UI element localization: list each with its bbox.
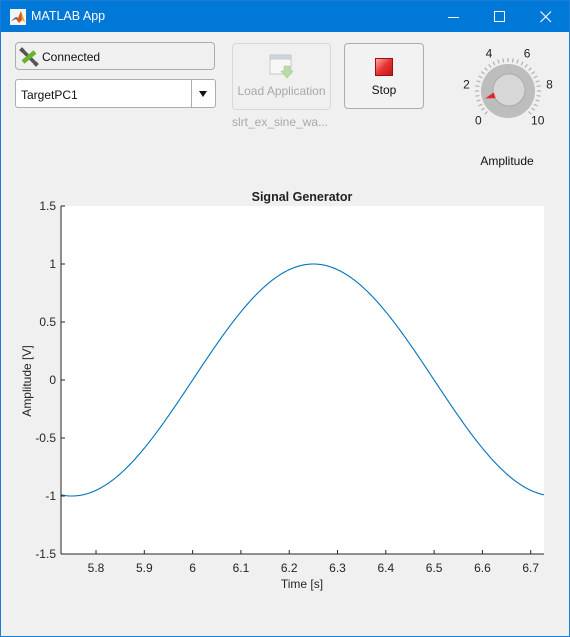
- knob-tick: [520, 61, 524, 66]
- knob-tick: [475, 85, 480, 88]
- x-tick-label: 6.2: [281, 561, 298, 575]
- knob-tick-label: 10: [531, 114, 545, 128]
- knob-cap[interactable]: [492, 73, 526, 107]
- load-application-button[interactable]: Load Application: [232, 43, 331, 110]
- connect-status-label: Connected: [42, 50, 101, 64]
- knob-tick: [536, 94, 541, 97]
- stop-button[interactable]: Stop: [344, 43, 424, 109]
- x-tick-label: 6: [189, 561, 196, 575]
- knob-tick-label: 0: [475, 114, 482, 128]
- y-tick-label: -0.5: [35, 431, 56, 445]
- load-application-label: Load Application: [237, 84, 326, 98]
- app-window: MATLAB App Connected TargetPC1 Load Appl…: [0, 0, 570, 637]
- knob-tick: [531, 71, 536, 75]
- x-tick-label: 6.3: [329, 561, 346, 575]
- knob-tick: [531, 107, 536, 111]
- y-axis-label: Amplitude [V]: [20, 345, 34, 416]
- x-tick-label: 6.1: [233, 561, 250, 575]
- maximize-icon: [494, 11, 505, 22]
- knob-tick-label: 8: [546, 77, 553, 91]
- amplitude-knob-label: Amplitude: [480, 154, 534, 168]
- knob-tick: [476, 80, 481, 83]
- knob-tick: [478, 103, 483, 107]
- knob-tick: [535, 80, 540, 83]
- knob-tick: [475, 94, 480, 97]
- matlab-logo-icon: [10, 9, 26, 25]
- knob-tick: [480, 71, 485, 75]
- knob-tick: [476, 99, 481, 102]
- x-tick-label: 6.5: [426, 561, 443, 575]
- y-tick-label: 0.5: [39, 315, 56, 329]
- maximize-button[interactable]: [477, 1, 523, 32]
- title-bar[interactable]: MATLAB App: [1, 1, 569, 32]
- x-tick-label: 5.9: [136, 561, 153, 575]
- target-dropdown-value: TargetPC1: [21, 88, 78, 102]
- window-title: MATLAB App: [31, 9, 106, 23]
- x-tick-label: 6.7: [522, 561, 539, 575]
- connected-plug-icon: [19, 47, 39, 67]
- stop-label: Stop: [371, 83, 397, 97]
- knob-tick: [484, 67, 488, 71]
- knob-tick: [497, 59, 500, 64]
- chart-title: Signal Generator: [252, 190, 353, 204]
- load-application-icon: [269, 54, 294, 79]
- minimize-icon: [448, 17, 459, 18]
- knob-tick: [516, 59, 519, 64]
- x-tick-label: 5.8: [88, 561, 105, 575]
- knob-tick: [536, 85, 541, 88]
- y-tick-label: 1.5: [39, 199, 56, 213]
- dropdown-toggle[interactable]: [191, 80, 215, 107]
- knob-tick: [492, 61, 496, 66]
- knob-tick: [502, 58, 505, 63]
- y-tick-label: -1.5: [35, 547, 56, 561]
- knob-tick: [524, 63, 528, 68]
- knob-tick-label: 6: [524, 47, 531, 61]
- knob-tick: [484, 111, 488, 115]
- signal-axes: 5.8 5.9 6 6.1 6.2 6.3 6.4 6.5 6.6 6.7 -1.5 -1 -0.5 0 0…: [20, 190, 545, 591]
- application-name-label: slrt_ex_sine_wa...: [232, 115, 329, 129]
- plot-background: [61, 206, 544, 554]
- connect-button[interactable]: Connected: [15, 42, 215, 70]
- minimize-button[interactable]: [431, 1, 477, 32]
- x-axis-label: Time [s]: [281, 577, 323, 591]
- knob-tick: [533, 103, 538, 107]
- knob-tick: [535, 99, 540, 102]
- stop-icon: [375, 58, 393, 76]
- x-tick-label: 6.6: [474, 561, 491, 575]
- y-tick-label: 1: [49, 257, 56, 271]
- target-computer-dropdown[interactable]: TargetPC1: [15, 79, 216, 108]
- knob-tick-label: 2: [463, 77, 470, 91]
- x-tick-label: 6.4: [377, 561, 394, 575]
- knob-tick: [478, 75, 483, 79]
- y-tick-label: -1: [45, 489, 56, 503]
- knob-tick: [528, 67, 532, 71]
- knob-tick: [480, 107, 485, 111]
- amplitude-knob[interactable]: 0 2 4 6 8 10: [456, 43, 561, 143]
- knob-tick: [511, 58, 514, 63]
- knob-tick: [533, 75, 538, 79]
- close-button[interactable]: [523, 1, 569, 32]
- y-tick-label: 0: [49, 373, 56, 387]
- signal-plot: 5.8 5.9 6 6.1 6.2 6.3 6.4 6.5 6.6 6.7 -1.5 -1 -0.5 0 0…: [1, 181, 570, 601]
- close-icon: [540, 11, 552, 23]
- knob-tick: [488, 63, 492, 68]
- caret-down-icon: [199, 91, 207, 97]
- knob-tick-label: 4: [486, 47, 493, 61]
